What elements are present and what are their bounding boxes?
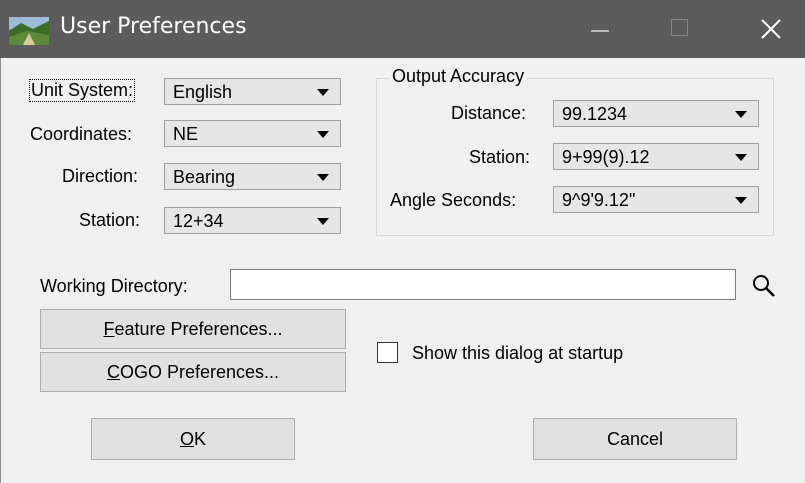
accuracy-station-select[interactable]: 9+99(9).12 [553,143,759,170]
maximize-button[interactable] [650,0,710,58]
direction-label: Direction: [62,166,139,186]
cogo-preferences-label: OGO Preferences... [119,362,280,382]
window-left-border [0,58,8,483]
startup-checkbox-label[interactable]: Show this dialog at startup [412,343,623,364]
station-select[interactable]: 12+34 [164,207,341,234]
feature-preferences-accel: F [103,319,115,339]
chevron-down-icon [317,218,329,225]
angle-seconds-select[interactable]: 9^9'9.12" [553,186,759,213]
feature-preferences-button[interactable]: Feature Preferences... [40,309,346,349]
ok-accel: O [179,429,194,449]
chevron-down-icon [317,131,329,138]
working-directory-input[interactable] [230,269,736,300]
chevron-down-icon [317,174,329,181]
direction-value: Bearing [173,167,236,187]
ok-button[interactable]: OK [91,418,295,460]
coordinates-label: Coordinates: [30,124,133,144]
ok-label: K [194,429,207,449]
coordinates-select[interactable]: NE [164,120,341,147]
chevron-down-icon [735,197,747,204]
close-icon [761,19,781,39]
output-accuracy-title: Output Accuracy [389,66,528,87]
window-title: User Preferences [60,14,247,39]
search-icon[interactable] [751,273,777,299]
title-bar[interactable]: User Preferences [0,0,805,58]
close-button[interactable] [740,0,800,58]
unit-system-select[interactable]: English [164,78,341,105]
chevron-down-icon [735,154,747,161]
distance-select[interactable]: 99.1234 [553,100,759,127]
working-directory-label: Working Directory: [40,276,188,296]
cogo-preferences-button[interactable]: COGO Preferences... [40,352,346,392]
station-value: 12+34 [173,211,224,231]
minimize-button[interactable] [570,0,630,58]
distance-label: Distance: [451,103,527,123]
direction-select[interactable]: Bearing [164,163,341,190]
unit-system-value: English [173,82,233,102]
app-landscape-icon [9,17,49,45]
feature-preferences-label: eature Preferences... [114,319,283,339]
station-label: Station: [79,210,141,230]
angle-seconds-label: Angle Seconds: [390,190,517,210]
cancel-label: Cancel [606,429,664,449]
cogo-preferences-accel: C [106,362,120,382]
startup-checkbox[interactable] [377,342,398,363]
accuracy-station-value: 9+99(9).12 [562,147,650,167]
coordinates-value: NE [173,124,199,144]
accuracy-station-label: Station: [469,147,531,167]
cancel-button[interactable]: Cancel [533,418,737,460]
chevron-down-icon [735,111,747,118]
unit-system-label: Unit System: [28,79,136,102]
angle-seconds-value: 9^9'9.12" [562,190,636,210]
distance-value: 99.1234 [562,104,628,124]
chevron-down-icon [317,89,329,96]
